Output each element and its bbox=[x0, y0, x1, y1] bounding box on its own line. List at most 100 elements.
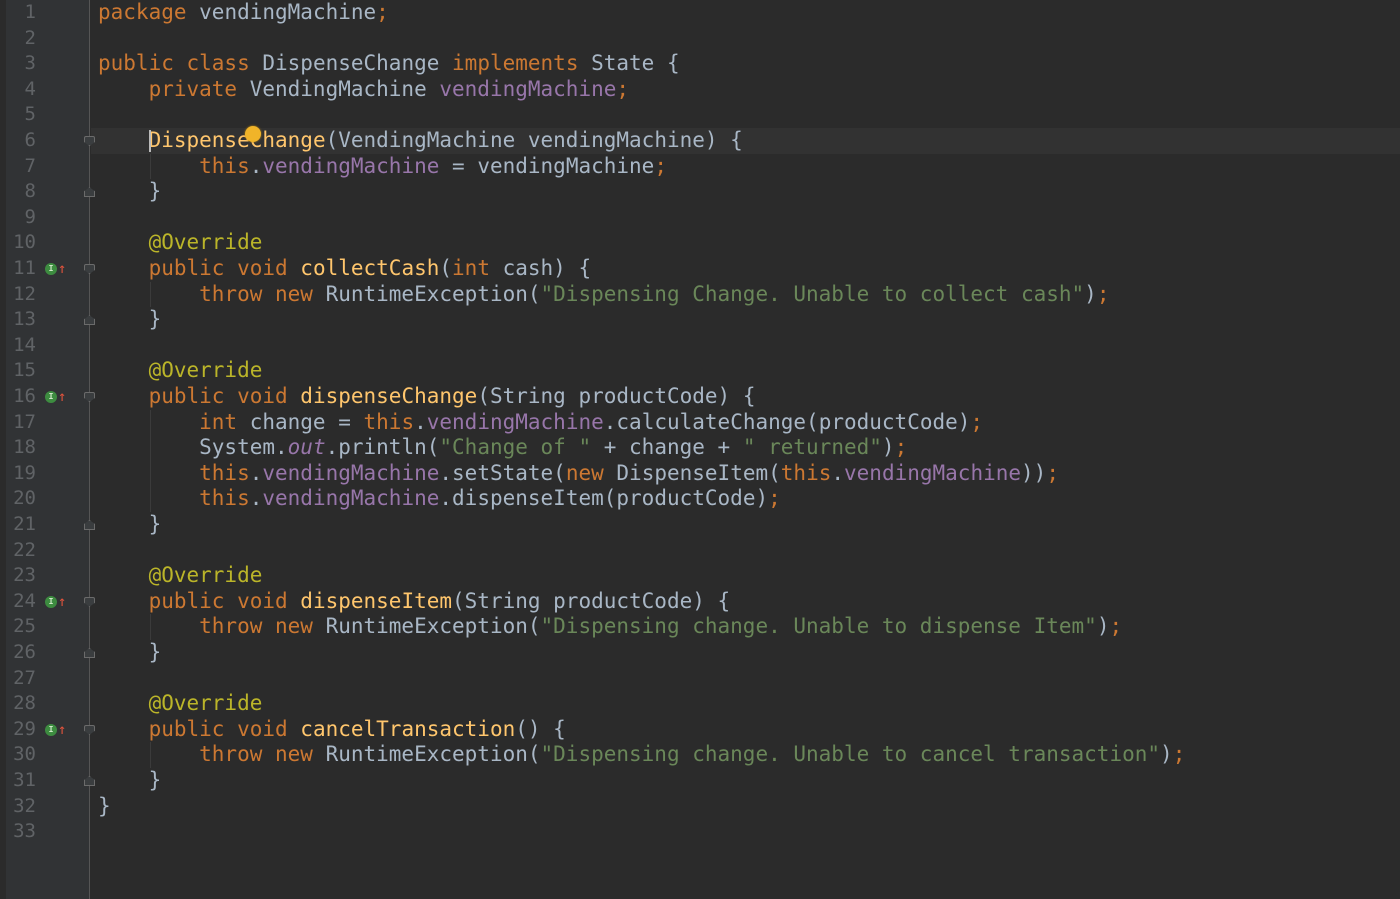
code-token: DispenseChange bbox=[262, 51, 453, 76]
code-line[interactable]: System.out.println("Change of " + change… bbox=[98, 435, 907, 461]
code-line[interactable]: throw new RuntimeException("Dispensing c… bbox=[98, 614, 1122, 640]
code-line[interactable]: public void dispenseChange(String produc… bbox=[98, 384, 756, 410]
code-token: ; bbox=[768, 486, 781, 511]
code-line[interactable]: } bbox=[98, 794, 111, 820]
code-token: ) bbox=[881, 435, 895, 460]
code-token: "Change of " bbox=[439, 435, 592, 460]
window-left-edge bbox=[0, 0, 6, 899]
code-token: this bbox=[780, 460, 832, 485]
code-line[interactable]: } bbox=[98, 768, 162, 794]
code-line[interactable]: int change = this.vendingMachine.calcula… bbox=[98, 410, 983, 436]
code-line[interactable]: } bbox=[98, 307, 162, 333]
code-token: dispenseItem bbox=[300, 588, 453, 613]
code-token: . bbox=[249, 153, 263, 178]
code-line[interactable]: public void cancelTransaction() { bbox=[98, 717, 566, 743]
code-token: throw new bbox=[98, 281, 326, 306]
code-line[interactable]: @Override bbox=[98, 691, 263, 717]
code-token: . bbox=[414, 409, 427, 434]
code-token: .calculateChange(productCode) bbox=[603, 409, 971, 434]
fold-end-icon[interactable] bbox=[84, 187, 95, 198]
code-token: new bbox=[565, 460, 617, 485]
code-token: ( bbox=[439, 256, 453, 280]
arrow-up-icon: ↑ bbox=[58, 260, 67, 277]
code-token: vendingMachine bbox=[426, 409, 604, 434]
code-line[interactable]: this.vendingMachine.setState(new Dispens… bbox=[98, 461, 1059, 487]
code-token: vendingMachine bbox=[262, 153, 440, 178]
interface-badge-icon: I bbox=[45, 262, 57, 275]
text-caret bbox=[149, 130, 151, 152]
code-token: this bbox=[98, 486, 250, 511]
code-token: = vendingMachine bbox=[439, 153, 655, 178]
code-line[interactable]: private VendingMachine vendingMachine; bbox=[98, 77, 629, 103]
code-line[interactable]: } bbox=[98, 512, 162, 538]
fold-collapse-icon[interactable] bbox=[84, 596, 95, 607]
code-token: vendingMachine bbox=[262, 460, 440, 485]
code-token: vendingMachine bbox=[199, 0, 377, 24]
code-token: } bbox=[98, 307, 162, 332]
code-token: () { bbox=[515, 716, 566, 741]
code-token: "Dispensing change. Unable to cancel tra… bbox=[540, 742, 1161, 767]
code-token: .println( bbox=[325, 435, 440, 460]
code-token: State { bbox=[591, 51, 680, 76]
code-token: VendingMachine bbox=[249, 76, 440, 101]
code-token: @Override bbox=[98, 230, 263, 255]
code-line[interactable]: throw new RuntimeException("Dispensing C… bbox=[98, 282, 1109, 308]
intention-lightbulb-icon[interactable] bbox=[245, 126, 261, 142]
code-editor[interactable]: 1 2 3 4 5 6 7 8 9 10 11 12 13 14 15 16 17 18 19 20 21 22 23 24 2… bbox=[0, 0, 1400, 899]
code-token: ; bbox=[1046, 460, 1059, 485]
code-line[interactable]: } bbox=[98, 179, 162, 205]
code-line[interactable]: this.vendingMachine.dispenseItem(product… bbox=[98, 486, 781, 512]
code-token: int bbox=[452, 256, 503, 280]
code-line[interactable]: public void collectCash(int cash) { bbox=[98, 256, 592, 282]
code-token: . bbox=[831, 460, 845, 485]
arrow-up-icon: ↑ bbox=[58, 593, 67, 610]
arrow-up-icon: ↑ bbox=[58, 721, 67, 738]
code-token: RuntimeException( bbox=[325, 614, 541, 639]
fold-end-icon[interactable] bbox=[84, 648, 95, 658]
code-line[interactable]: this.vendingMachine = vendingMachine; bbox=[98, 154, 667, 180]
implements-method-icon[interactable]: I ↑ bbox=[45, 589, 67, 615]
code-line[interactable]: @Override bbox=[98, 230, 263, 256]
code-token: ) bbox=[1084, 281, 1097, 306]
code-line[interactable]: } bbox=[98, 640, 162, 666]
interface-badge-icon: I bbox=[45, 723, 57, 736]
code-token: public void bbox=[98, 588, 301, 613]
code-line[interactable]: public void dispenseItem(String productC… bbox=[98, 588, 731, 615]
code-token: } bbox=[98, 793, 111, 818]
fold-end-icon[interactable] bbox=[84, 315, 95, 326]
code-line[interactable]: @Override bbox=[98, 358, 263, 384]
code-line[interactable]: package vendingMachine; bbox=[98, 0, 389, 26]
code-token: cancelTransaction bbox=[300, 716, 516, 741]
fold-end-icon[interactable] bbox=[84, 776, 95, 786]
code-line[interactable]: @Override bbox=[98, 563, 263, 589]
code-token: ; bbox=[376, 0, 389, 24]
code-token: ; bbox=[654, 153, 667, 178]
implements-method-icon[interactable]: I ↑ bbox=[45, 717, 67, 743]
implements-method-icon[interactable]: I ↑ bbox=[45, 256, 67, 282]
code-token: } bbox=[98, 640, 162, 664]
indent-guide bbox=[150, 281, 151, 308]
code-line[interactable]: DispenseChange(VendingMachine vendingMac… bbox=[98, 128, 743, 154]
code-token: RuntimeException( bbox=[325, 281, 541, 306]
indent-guide bbox=[150, 742, 151, 768]
implements-method-icon[interactable]: I ↑ bbox=[45, 384, 67, 410]
code-token: DispenseChange bbox=[148, 128, 326, 152]
fold-end-icon[interactable] bbox=[84, 520, 95, 530]
code-token: cash) { bbox=[502, 256, 592, 280]
code-token: ; bbox=[970, 409, 984, 434]
fold-collapse-icon[interactable] bbox=[84, 724, 95, 735]
fold-collapse-icon[interactable] bbox=[84, 392, 95, 402]
code-token: vendingMachine bbox=[844, 460, 1022, 485]
editor-gutter[interactable]: 1 2 3 4 5 6 7 8 9 10 11 12 13 14 15 16 17 18 19 20 21 22 23 24 2… bbox=[0, 0, 95, 899]
code-token: implements bbox=[452, 51, 592, 76]
fold-collapse-icon[interactable] bbox=[84, 264, 95, 274]
code-token: package bbox=[98, 0, 200, 24]
code-line[interactable]: public class DispenseChange implements S… bbox=[98, 51, 680, 77]
code-token: public void bbox=[98, 384, 301, 408]
code-line[interactable]: throw new RuntimeException("Dispensing c… bbox=[98, 742, 1185, 768]
indent-guide bbox=[150, 409, 151, 512]
code-token: .setState( bbox=[439, 460, 566, 485]
code-token: RuntimeException( bbox=[325, 742, 541, 767]
code-token: (VendingMachine vendingMachine) { bbox=[325, 128, 743, 152]
